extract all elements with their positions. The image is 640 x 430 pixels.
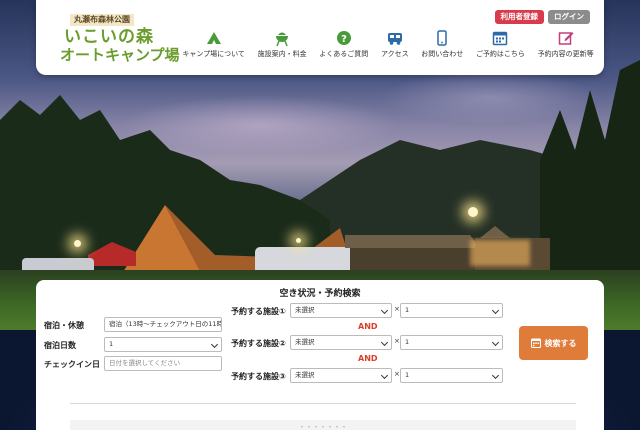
checkin-label: チェックイン日 xyxy=(44,360,100,369)
nav-access[interactable]: アクセス xyxy=(375,30,415,62)
lantern-light xyxy=(74,240,81,247)
checkin-placeholder: 日付を選択してください xyxy=(109,359,181,367)
notice-text: ・・・・・・・ xyxy=(298,423,348,430)
stay-type-select[interactable]: 宿泊（13時～チェックアウト日の11時） xyxy=(104,317,222,332)
chevron-down-icon xyxy=(491,338,500,347)
facility-3-select[interactable]: 未選択 xyxy=(290,368,392,383)
facility-1-qty: 1 xyxy=(405,306,410,314)
nights-value: 1 xyxy=(109,340,114,348)
availability-search-panel: 空き状況・予約検索 宿泊・休憩 宿泊（13時～チェックアウト日の11時） 宿泊日… xyxy=(36,280,604,430)
smartphone-icon xyxy=(437,30,448,46)
logo-park-name: 丸瀬布森林公園 xyxy=(70,14,134,26)
panel-divider xyxy=(70,403,576,404)
search-button-label: 検索する xyxy=(544,338,577,348)
chevron-down-icon xyxy=(491,371,500,380)
nav-contact-label: お問い合わせ xyxy=(421,50,464,58)
logo-name-line1: いこいの森 xyxy=(64,27,154,47)
times-symbol: × xyxy=(394,337,400,345)
facility-3-value: 未選択 xyxy=(295,371,315,379)
lantern-light xyxy=(296,238,301,243)
calendar-icon xyxy=(493,31,508,46)
nav-access-label: アクセス xyxy=(380,50,409,58)
chevron-down-icon xyxy=(380,306,389,315)
question-icon: ? xyxy=(336,31,351,45)
facility-1-label: 予約する施設① xyxy=(231,307,286,316)
edit-icon xyxy=(558,32,574,45)
calendar-icon xyxy=(530,338,541,348)
times-symbol: × xyxy=(394,370,400,378)
bbq-grill-icon xyxy=(276,32,289,46)
chevron-down-icon xyxy=(380,371,389,380)
nav-faq[interactable]: ? よくあるご質問 xyxy=(313,30,375,62)
facility-3-qty-select[interactable]: 1 xyxy=(400,368,503,383)
logo-name-line2: オートキャンプ場 xyxy=(60,46,180,64)
register-button[interactable]: 利用者登録 xyxy=(494,10,544,24)
nav-facilities-label: 施設案内・料金 xyxy=(257,50,307,58)
chevron-down-icon xyxy=(210,340,219,349)
street-light xyxy=(468,207,478,217)
times-symbol: × xyxy=(394,305,400,313)
nights-label: 宿泊日数 xyxy=(44,341,76,350)
facility-2-label: 予約する施設② xyxy=(231,339,286,348)
nav-update-reservation-label: 予約内容の更新等 xyxy=(537,50,594,58)
stay-type-value: 宿泊（13時～チェックアウト日の11時） xyxy=(109,320,222,328)
facility-2-select[interactable]: 未選択 xyxy=(290,335,392,350)
facility-3-label: 予約する施設③ xyxy=(231,372,286,381)
site-header: 丸瀬布森林公園 いこいの森 オートキャンプ場 利用者登録 ログイン キャンプ場に… xyxy=(36,0,604,75)
login-button[interactable]: ログイン xyxy=(548,10,590,24)
facility-2-qty-select[interactable]: 1 xyxy=(400,335,503,350)
global-nav: キャンプ場について 施設案内・料金 ? よくあるご質問 アクセス お問い合わせ … xyxy=(176,30,600,62)
chevron-down-icon xyxy=(491,306,500,315)
stay-type-label: 宿泊・休憩 xyxy=(44,321,84,330)
and-label: AND xyxy=(358,322,378,331)
facility-3-qty: 1 xyxy=(405,371,410,379)
nav-faq-label: よくあるご質問 xyxy=(319,50,369,58)
and-label: AND xyxy=(358,354,378,363)
search-panel-title: 空き状況・予約検索 xyxy=(279,289,361,299)
checkin-date-input[interactable]: 日付を選択してください xyxy=(104,356,222,371)
facility-1-select[interactable]: 未選択 xyxy=(290,303,392,318)
facility-1-qty-select[interactable]: 1 xyxy=(400,303,503,318)
nav-facilities[interactable]: 施設案内・料金 xyxy=(251,30,313,62)
facility-2-value: 未選択 xyxy=(295,338,315,346)
svg-text:?: ? xyxy=(341,34,347,45)
nav-reservation[interactable]: ご予約はこちら xyxy=(470,30,532,62)
tent-icon xyxy=(206,32,221,44)
camper-van-icon xyxy=(387,33,402,45)
chevron-down-icon xyxy=(380,338,389,347)
facility-2-qty: 1 xyxy=(405,338,410,346)
nav-update-reservation[interactable]: 予約内容の更新等 xyxy=(531,30,600,62)
nav-contact[interactable]: お問い合わせ xyxy=(415,30,470,62)
nav-reservation-label: ご予約はこちら xyxy=(475,50,525,58)
search-button[interactable]: 検索する xyxy=(519,326,588,360)
nights-select[interactable]: 1 xyxy=(104,337,222,352)
nav-about-label: キャンプ場について xyxy=(182,50,245,58)
notice-box: ・・・・・・・ xyxy=(70,420,576,430)
auth-buttons: 利用者登録 ログイン xyxy=(494,10,590,24)
lodge-window-glow xyxy=(470,240,530,266)
facility-1-value: 未選択 xyxy=(295,306,315,314)
site-logo[interactable]: 丸瀬布森林公園 いこいの森 オートキャンプ場 xyxy=(60,12,180,66)
nav-about[interactable]: キャンプ場について xyxy=(176,30,251,62)
